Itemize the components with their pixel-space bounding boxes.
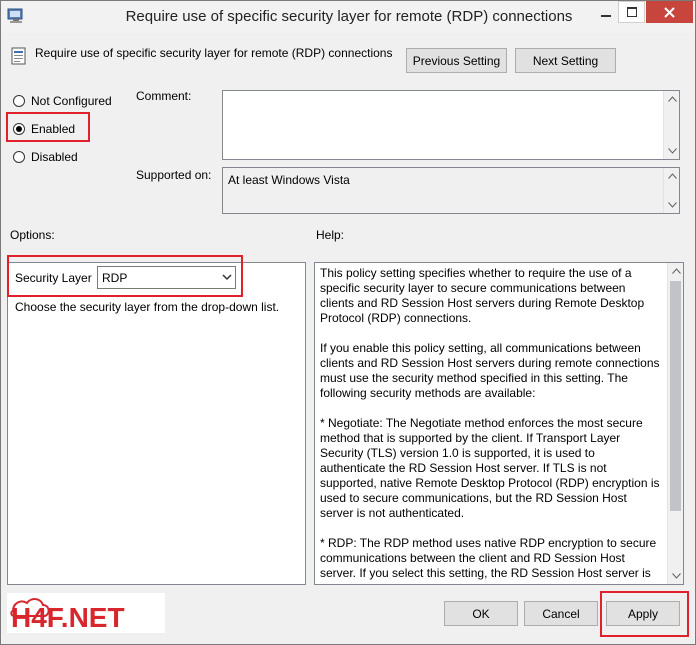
security-layer-highlight	[7, 255, 243, 297]
scroll-down-icon	[671, 573, 681, 579]
close-button[interactable]	[646, 1, 693, 23]
maximize-icon	[626, 7, 637, 17]
policy-icon	[11, 47, 26, 65]
options-panel: Security Layer Choose the security layer…	[7, 262, 306, 585]
comment-field[interactable]	[222, 90, 680, 160]
help-paragraph: * Negotiate: The Negotiate method enforc…	[320, 416, 660, 520]
h4f-logo: H4F.NET	[7, 593, 165, 633]
options-heading: Options:	[10, 228, 55, 242]
ok-button[interactable]: OK	[444, 601, 518, 626]
supported-scrollbar[interactable]	[663, 168, 679, 213]
next-setting-button[interactable]: Next Setting	[515, 48, 616, 73]
comment-scrollbar[interactable]	[663, 91, 679, 159]
scroll-up-button[interactable]	[668, 263, 684, 279]
minimize-button[interactable]	[594, 1, 617, 23]
policy-dialog: Require use of specific security layer f…	[0, 0, 696, 645]
scroll-up-icon	[671, 268, 681, 274]
radio-not-configured[interactable]: Not Configured	[13, 94, 112, 108]
close-icon	[664, 6, 675, 18]
help-text: This policy setting specifies whether to…	[320, 266, 661, 584]
scroll-down-button[interactable]	[664, 143, 680, 159]
scroll-down-icon	[667, 148, 677, 154]
help-paragraph: * RDP: The RDP method uses native RDP en…	[320, 536, 657, 584]
supported-on-field: At least Windows Vista	[222, 167, 680, 214]
scroll-up-button[interactable]	[664, 91, 680, 107]
help-heading: Help:	[316, 228, 345, 242]
scroll-down-button[interactable]	[664, 197, 680, 213]
previous-setting-button[interactable]: Previous Setting	[406, 48, 507, 73]
comment-label: Comment:	[136, 89, 192, 103]
maximize-button[interactable]	[618, 1, 645, 23]
supported-on-value: At least Windows Vista	[228, 173, 350, 187]
help-scrollbar[interactable]	[667, 263, 683, 584]
radio-circle[interactable]	[13, 95, 25, 107]
help-paragraph: This policy setting specifies whether to…	[320, 266, 645, 325]
radio-circle[interactable]	[13, 151, 25, 163]
radio-label: Not Configured	[31, 94, 112, 108]
h4f-logo-graphic: H4F.NET	[10, 598, 125, 633]
apply-highlight	[600, 591, 689, 637]
minimize-icon	[600, 15, 611, 17]
window-title: Require use of specific security layer f…	[125, 8, 573, 25]
help-panel: This policy setting specifies whether to…	[314, 262, 684, 585]
supported-on-label: Supported on:	[136, 168, 212, 182]
scroll-up-icon	[667, 173, 677, 179]
scroll-up-button[interactable]	[664, 168, 680, 184]
scroll-down-button[interactable]	[668, 568, 684, 584]
help-paragraph: If you enable this policy setting, all c…	[320, 341, 660, 400]
radio-disabled[interactable]: Disabled	[13, 150, 78, 164]
policy-name: Require use of specific security layer f…	[35, 46, 393, 60]
enabled-highlight	[6, 112, 90, 142]
options-description: Choose the security layer from the drop-…	[15, 300, 280, 314]
title-bar: Require use of specific security layer f…	[1, 1, 695, 33]
scroll-up-icon	[667, 96, 677, 102]
help-scroll-thumb[interactable]	[670, 281, 681, 511]
scroll-down-icon	[667, 202, 677, 208]
logo-text: H4F.NET	[11, 602, 125, 633]
radio-label: Disabled	[31, 150, 78, 164]
cancel-button[interactable]: Cancel	[524, 601, 598, 626]
